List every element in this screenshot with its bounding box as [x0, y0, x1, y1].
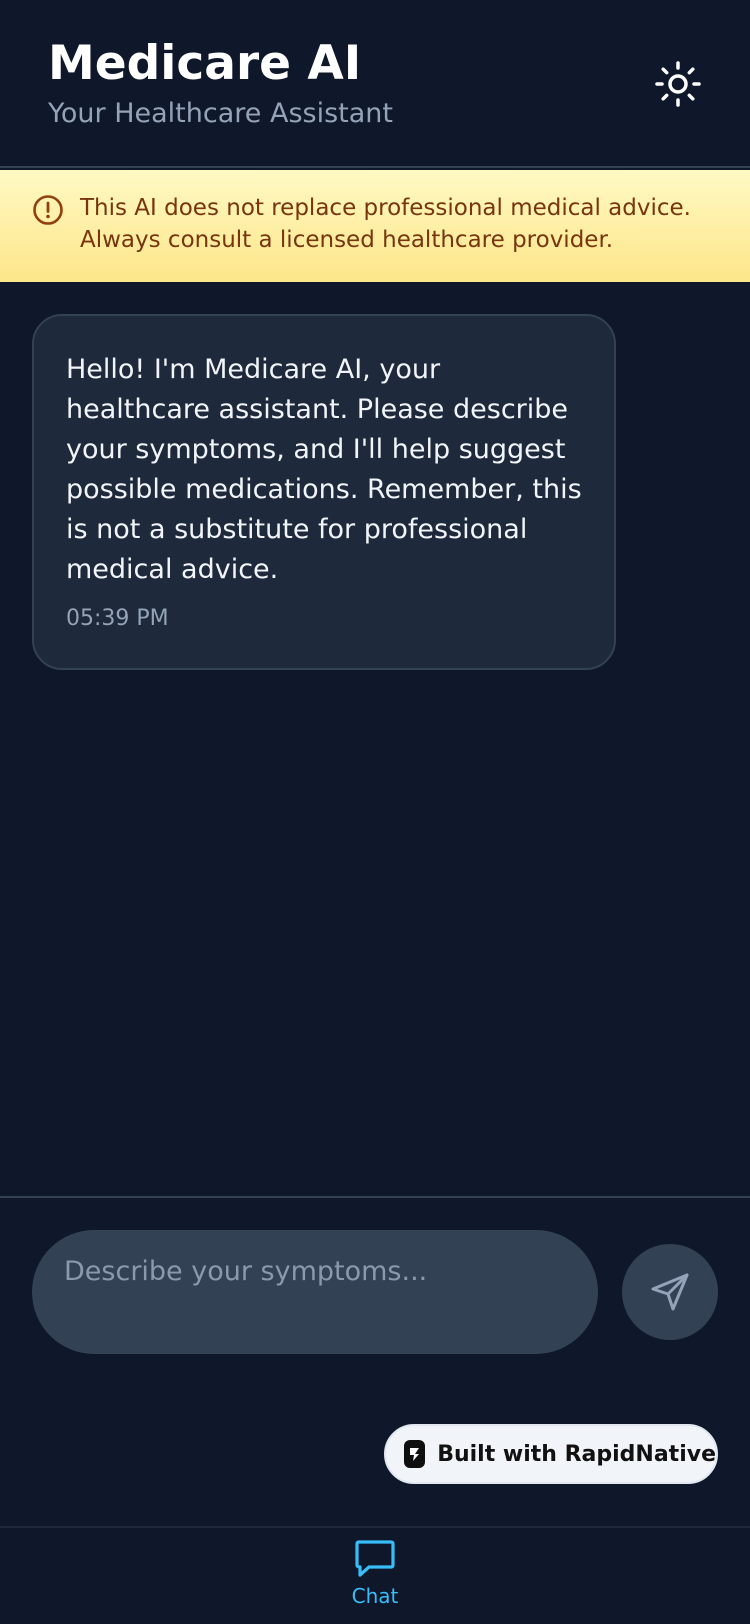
badge-label: Built with RapidNative [437, 1441, 716, 1467]
tab-chat[interactable]: Chat [325, 1536, 425, 1624]
disclaimer-line-2: Always consult a licensed healthcare pro… [80, 227, 614, 253]
theme-toggle-button[interactable] [650, 56, 706, 112]
header: Medicare AI Your Healthcare Assistant [0, 0, 750, 168]
app-screen: Medicare AI Your Healthcare Assistant Th… [0, 0, 750, 1624]
chat-bubble-icon [355, 1540, 395, 1577]
send-icon [651, 1273, 689, 1311]
alert-circle-icon [32, 194, 64, 230]
send-button[interactable] [622, 1244, 718, 1340]
symptom-input[interactable] [32, 1230, 598, 1354]
disclaimer-text: This AI does not replace professional me… [80, 192, 740, 256]
bottom-tab-bar: Chat [0, 1526, 750, 1624]
disclaimer-line-1: This AI does not replace professional me… [80, 195, 691, 221]
app-subtitle: Your Healthcare Assistant [48, 98, 393, 129]
app-title: Medicare AI [48, 36, 362, 91]
message-timestamp: 05:39 PM [66, 606, 169, 631]
tab-chat-label: Chat [351, 1584, 399, 1608]
message-text: Hello! I'm Medicare AI, your healthcare … [66, 354, 582, 585]
built-with-badge[interactable]: Built with RapidNative [384, 1424, 718, 1484]
sun-icon [655, 61, 701, 107]
rapidnative-logo-icon [404, 1440, 426, 1468]
assistant-message-bubble: Hello! I'm Medicare AI, your healthcare … [32, 314, 616, 670]
